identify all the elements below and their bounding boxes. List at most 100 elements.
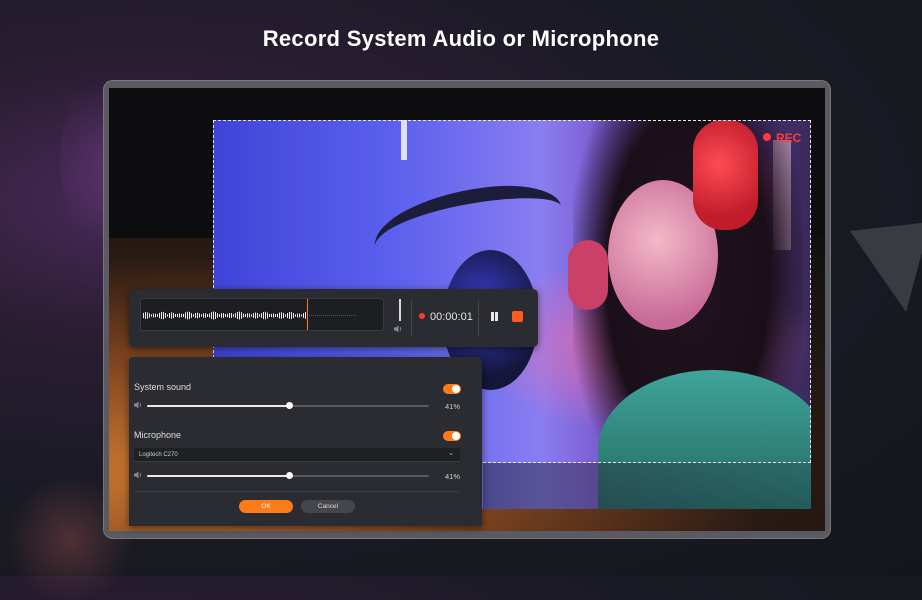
audio-settings-panel: System sound 41% Microphone Logitech C27… xyxy=(129,357,482,526)
waveform-bar xyxy=(205,313,206,318)
waveform-bar xyxy=(219,314,220,317)
waveform-bar xyxy=(271,313,272,318)
waveform-bar xyxy=(353,315,354,316)
waveform-bar xyxy=(209,313,210,318)
waveform-bar xyxy=(145,312,146,319)
microphone-volume-value: 41% xyxy=(445,472,461,481)
timer-value: 00:00:01 xyxy=(430,311,473,323)
waveform-bar xyxy=(309,315,310,316)
waveform-bar xyxy=(191,313,192,318)
waveform-bar xyxy=(227,313,228,318)
system-sound-label: System sound xyxy=(134,382,192,392)
waveform-bar xyxy=(285,314,286,317)
waveform-bar xyxy=(267,312,268,319)
slider-knob[interactable] xyxy=(286,472,294,479)
waveform-bar xyxy=(343,315,344,316)
waveform-bar xyxy=(251,314,252,317)
pause-icon xyxy=(491,312,494,321)
video-bottom-strip xyxy=(483,463,811,509)
rec-dot-icon xyxy=(763,133,771,141)
waveform-bar xyxy=(327,315,328,316)
speaker-icon xyxy=(394,325,403,335)
waveform-bar xyxy=(301,314,302,317)
system-sound-toggle[interactable] xyxy=(443,384,461,394)
page-title: Record System Audio or Microphone xyxy=(262,26,660,51)
waveform-bar xyxy=(235,313,236,318)
waveform-bar xyxy=(319,315,320,316)
waveform-bar xyxy=(241,312,242,319)
waveform-bar xyxy=(265,311,266,320)
recording-dot-icon xyxy=(419,313,425,319)
waveform-bar xyxy=(171,312,172,319)
speaker-icon xyxy=(134,471,143,481)
waveform-bar xyxy=(197,312,198,319)
waveform-bar xyxy=(305,312,306,319)
ok-button[interactable]: OK xyxy=(239,500,293,513)
recording-toolbar: 00:00:01 xyxy=(129,289,538,347)
microphone-device-select[interactable]: Logitech C270 ⌄ xyxy=(134,448,460,462)
waveform-bar xyxy=(185,312,186,319)
waveform-bar xyxy=(217,313,218,318)
waveform-bar xyxy=(347,315,348,316)
volume-level-bar[interactable] xyxy=(399,299,401,321)
waveform-bar xyxy=(261,313,262,318)
rec-label: REC xyxy=(776,131,802,145)
waveform-bar xyxy=(155,313,156,318)
stop-button[interactable] xyxy=(512,311,523,322)
waveform-bar xyxy=(189,311,190,320)
waveform-bar xyxy=(281,312,282,319)
waveform-bar xyxy=(237,311,238,320)
waveform-bar xyxy=(297,313,298,318)
waveform-bar xyxy=(349,315,350,316)
waveform-bar xyxy=(263,311,264,320)
waveform-bar xyxy=(159,312,160,319)
waveform-bar xyxy=(335,315,336,316)
pause-button[interactable] xyxy=(489,311,499,323)
waveform-bar xyxy=(295,314,296,317)
waveform-bar xyxy=(169,312,170,319)
waveform-bar xyxy=(183,313,184,318)
waveform-bar xyxy=(249,313,250,318)
waveform-bar xyxy=(315,315,316,316)
waveform-bar xyxy=(247,313,248,318)
system-sound-volume-slider[interactable] xyxy=(147,402,429,409)
waveform-bar xyxy=(225,314,226,317)
waveform-bar xyxy=(157,314,158,317)
recording-timer: 00:00:01 xyxy=(419,311,473,323)
slider-knob[interactable] xyxy=(286,402,294,409)
waveform-bar xyxy=(223,313,224,318)
microphone-toggle[interactable] xyxy=(443,431,461,441)
waveform-bar xyxy=(193,314,194,317)
waveform-bar xyxy=(253,313,254,318)
waveform-bar xyxy=(165,312,166,319)
waveform-bar xyxy=(259,314,260,317)
waveform-bar xyxy=(299,313,300,318)
waveform-bar xyxy=(201,314,202,317)
waveform-bar xyxy=(275,314,276,317)
waveform-bar xyxy=(279,312,280,319)
waveform-bar xyxy=(173,312,174,319)
waveform-bar xyxy=(333,315,334,316)
slider-fill xyxy=(147,405,290,407)
waveform-bar xyxy=(273,313,274,318)
waveform-bar xyxy=(255,312,256,319)
waveform-bar xyxy=(167,314,168,317)
waveform-bar xyxy=(289,312,290,319)
microphone-volume-slider[interactable] xyxy=(147,472,429,479)
playhead-marker[interactable] xyxy=(307,299,308,331)
waveform-bar xyxy=(269,313,270,318)
panel-divider xyxy=(134,491,460,492)
toggle-knob xyxy=(452,432,460,440)
waveform-bar xyxy=(331,315,332,316)
waveform-bar xyxy=(287,313,288,318)
waveform-bar xyxy=(245,313,246,318)
waveform-bar xyxy=(151,314,152,317)
waveform-bar xyxy=(351,315,352,316)
waveform-bar xyxy=(317,315,318,316)
waveform-bar xyxy=(303,313,304,318)
waveform-bar xyxy=(239,311,240,320)
toolbar-divider xyxy=(411,300,412,336)
volume-control[interactable] xyxy=(394,299,405,339)
cancel-button[interactable]: Cancel xyxy=(301,500,355,513)
waveform-bar xyxy=(337,315,338,316)
